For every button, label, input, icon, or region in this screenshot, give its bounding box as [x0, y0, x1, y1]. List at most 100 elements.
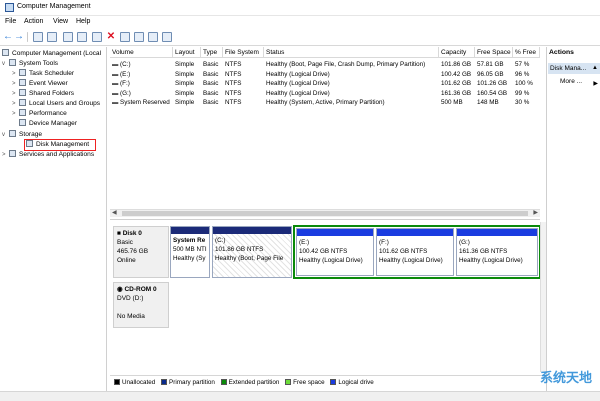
- expand-chevron-icon[interactable]: >: [12, 99, 19, 109]
- status-bar: [0, 391, 600, 401]
- table-cell: 96 %: [515, 70, 530, 78]
- console-tree: Computer Management (Local v System Tools…: [0, 47, 107, 391]
- column-header-file-system[interactable]: File System: [223, 47, 264, 58]
- tools-icon: [9, 59, 16, 66]
- legend-swatch-unallocated: [114, 379, 120, 385]
- legend-swatch-primary: [161, 379, 168, 385]
- actions-disk-management[interactable]: Disk Mana... ▲: [548, 63, 600, 74]
- volume-name-cell: ▬ (F:): [112, 79, 174, 88]
- help-icon[interactable]: [63, 32, 73, 42]
- table-cell: NTFS: [225, 61, 242, 68]
- column-header-percent-free[interactable]: % Free: [513, 47, 540, 58]
- disk-management-highlight-box: [24, 139, 96, 151]
- title-bar: Computer Management: [0, 0, 600, 16]
- menu-view[interactable]: View: [53, 18, 68, 25]
- expand-chevron-icon[interactable]: >: [12, 79, 19, 89]
- table-cell: 30 %: [515, 99, 530, 107]
- event-log-icon: [19, 79, 26, 86]
- volume-name-cell: ▬ (C:): [112, 60, 174, 69]
- menu-help[interactable]: Help: [76, 18, 90, 25]
- scroll-left-arrow-icon[interactable]: ◀: [112, 209, 117, 216]
- console-icon[interactable]: [92, 32, 102, 42]
- column-header-free-space[interactable]: Free Space: [475, 47, 513, 58]
- table-cell: Basic: [203, 80, 219, 88]
- partition-e[interactable]: (E:) 100.42 GB NTFS Healthy (Logical Dri…: [296, 228, 374, 276]
- volume-name-cell: ▬ (G:): [112, 89, 174, 98]
- expand-chevron-icon[interactable]: >: [12, 109, 19, 119]
- export-icon[interactable]: [134, 32, 144, 42]
- table-cell: Basic: [203, 70, 219, 78]
- column-header-layout[interactable]: Layout: [173, 47, 201, 58]
- tree-item-system-tools[interactable]: v System Tools: [2, 59, 58, 69]
- actions-pane: Actions Disk Mana... ▲ More ... ▶: [546, 47, 600, 391]
- table-cell: Basic: [203, 99, 219, 107]
- partition-system-reserved[interactable]: System Re 500 MB NTI Healthy (Sy: [170, 226, 210, 278]
- shared-folder-icon: [19, 89, 26, 96]
- table-cell: 160.54 GB: [477, 89, 508, 97]
- volume-icon: ▬: [112, 99, 121, 107]
- computer-icon: [2, 49, 9, 56]
- primary-partition-bar: [213, 227, 291, 234]
- submenu-arrow-icon[interactable]: ▶: [593, 80, 598, 87]
- table-cell: Simple: [175, 61, 195, 68]
- tree-item-computer-management[interactable]: Computer Management (Local: [2, 49, 101, 59]
- collapse-triangle-icon[interactable]: ▲: [592, 63, 598, 74]
- disk-0-label[interactable]: ■ Disk 0 Basic 465.76 GB Online: [113, 226, 169, 278]
- table-cell: 161.36 GB: [441, 89, 472, 97]
- collapse-chevron-icon[interactable]: v: [2, 59, 9, 69]
- table-cell: Healthy (Boot, Page File, Crash Dump, Pr…: [266, 61, 426, 68]
- table-cell: 101.26 GB: [477, 80, 508, 88]
- column-header-type[interactable]: Type: [201, 47, 223, 58]
- tree-item-shared-folders[interactable]: > Shared Folders: [12, 89, 74, 99]
- forward-arrow-icon[interactable]: →: [14, 32, 24, 42]
- volume-icon: ▬: [112, 61, 121, 68]
- watermark-logo: 系统天地: [539, 370, 592, 385]
- delete-icon[interactable]: ✕: [106, 32, 116, 42]
- toolbar-separator: [27, 32, 28, 42]
- expand-chevron-icon[interactable]: >: [12, 69, 19, 79]
- expand-chevron-icon[interactable]: >: [2, 150, 9, 160]
- column-header-capacity[interactable]: Capacity: [439, 47, 475, 58]
- scroll-right-arrow-icon[interactable]: ▶: [533, 209, 538, 216]
- collapse-chevron-icon[interactable]: v: [2, 130, 9, 140]
- tree-item-performance[interactable]: > Performance: [12, 109, 67, 119]
- properties-icon[interactable]: [77, 32, 87, 42]
- table-cell: NTFS: [225, 89, 242, 97]
- menu-file[interactable]: File: [5, 18, 16, 25]
- actions-more[interactable]: More ...: [560, 78, 582, 85]
- cdrom-0-label[interactable]: ◉ CD-ROM 0 DVD (D:) No Media: [113, 282, 169, 328]
- table-cell: NTFS: [225, 80, 242, 88]
- partition-g[interactable]: (G:) 161.36 GB NTFS Healthy (Logical Dri…: [456, 228, 538, 276]
- partition-f[interactable]: (F:) 101.62 GB NTFS Healthy (Logical Dri…: [376, 228, 454, 276]
- volume-list: Volume Layout Type File System Status Ca…: [110, 47, 540, 220]
- table-cell: 57 %: [515, 61, 530, 68]
- view-icon[interactable]: [162, 32, 172, 42]
- table-cell: Simple: [175, 70, 195, 78]
- volume-list-horizontal-scrollbar[interactable]: ◀ ▶: [110, 209, 540, 217]
- check-icon[interactable]: [120, 32, 130, 42]
- up-folder-icon[interactable]: [33, 32, 43, 42]
- tree-item-task-scheduler[interactable]: > Task Scheduler: [12, 69, 74, 79]
- table-cell: Simple: [175, 99, 195, 107]
- table-cell: 99 %: [515, 89, 530, 97]
- menu-action[interactable]: Action: [24, 18, 43, 25]
- partition-c[interactable]: (C:) 101.86 GB NTFS Healthy (Boot, Page …: [212, 226, 292, 278]
- tree-item-device-manager[interactable]: Device Manager: [12, 119, 77, 129]
- tree-item-services-applications[interactable]: > Services and Applications: [2, 150, 94, 160]
- back-arrow-icon[interactable]: ←: [3, 32, 13, 42]
- expand-chevron-icon[interactable]: >: [12, 89, 19, 99]
- tree-item-local-users-groups[interactable]: > Local Users and Groups: [12, 99, 100, 109]
- volume-name-cell: ▬ System Reserved: [112, 98, 174, 107]
- folder-icon[interactable]: [148, 32, 158, 42]
- table-cell: 57.81 GB: [477, 61, 504, 68]
- window-title: Computer Management: [17, 3, 91, 10]
- scrollbar-thumb[interactable]: [122, 211, 528, 216]
- volume-name: System Reserved: [120, 99, 170, 107]
- storage-icon: [9, 130, 16, 137]
- column-header-volume[interactable]: Volume: [110, 47, 173, 58]
- tree-item-event-viewer[interactable]: > Event Viewer: [12, 79, 68, 89]
- performance-icon: [19, 109, 26, 116]
- menu-bar: File Action View Help: [0, 16, 600, 30]
- show-hide-tree-icon[interactable]: [47, 32, 57, 42]
- column-header-status[interactable]: Status: [264, 47, 439, 58]
